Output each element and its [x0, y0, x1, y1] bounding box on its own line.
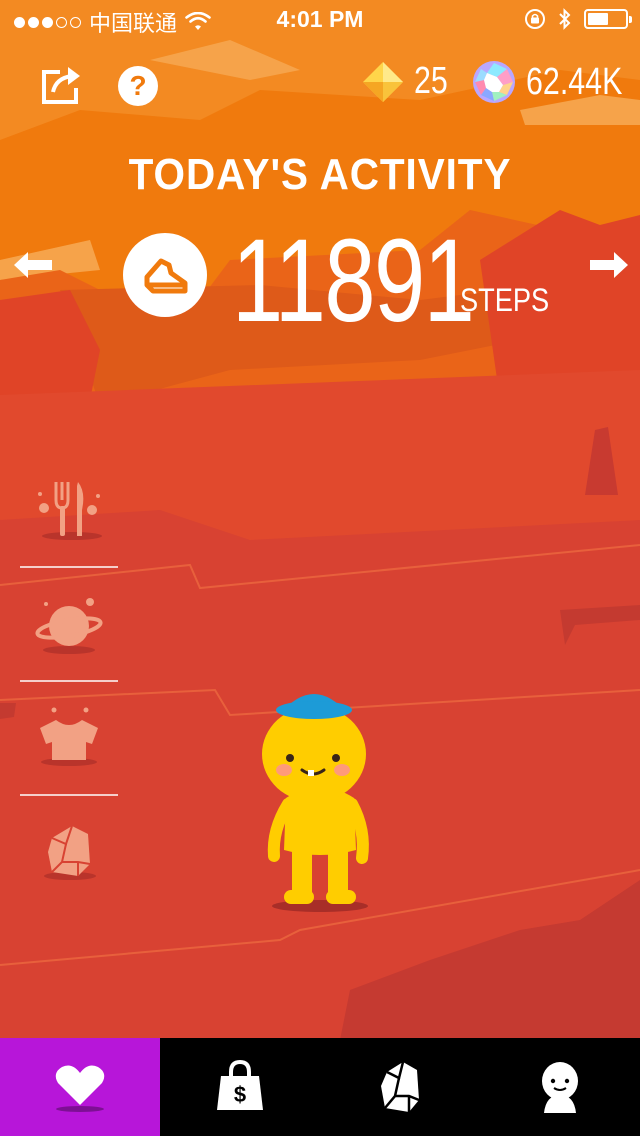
character-icon	[542, 1062, 578, 1113]
tab-bar: $	[0, 1038, 640, 1136]
planet-icon[interactable]	[34, 594, 104, 656]
crystal-rock-icon	[381, 1061, 420, 1112]
gems-count: 25	[414, 60, 448, 102]
orientation-lock-icon	[525, 9, 545, 29]
tab-character[interactable]	[480, 1038, 640, 1136]
tab-activity[interactable]	[0, 1038, 160, 1136]
shop-bag-icon: $	[217, 1060, 263, 1110]
next-day-arrow-icon[interactable]	[588, 252, 628, 278]
shirt-icon[interactable]	[34, 706, 104, 768]
bluetooth-icon	[559, 8, 571, 30]
crystals-count: 62.44K	[526, 60, 623, 103]
steps-label: STEPS	[460, 282, 550, 318]
page-title: TODAY'S ACTIVITY	[128, 150, 512, 199]
tab-crystals[interactable]	[320, 1038, 480, 1136]
gems-counter[interactable]: 25	[362, 60, 456, 103]
crystals-counter[interactable]: 62.44K	[472, 60, 640, 104]
help-icon[interactable]: ?	[118, 66, 158, 106]
share-icon[interactable]	[40, 64, 82, 106]
menu-divider	[20, 566, 118, 568]
tab-shop[interactable]: $	[160, 1038, 320, 1136]
menu-divider	[20, 794, 118, 796]
status-right	[524, 8, 632, 30]
crystal-orb-icon	[473, 61, 515, 103]
heart-icon	[55, 1065, 105, 1112]
steps-count: 11891	[232, 215, 475, 347]
menu-divider	[20, 680, 118, 682]
previous-day-arrow-icon[interactable]	[14, 252, 54, 278]
steps-shoe-badge	[123, 233, 207, 317]
status-bar: 中国联通 4:01 PM	[0, 0, 640, 40]
dollar-sign: $	[234, 1082, 246, 1107]
shoe-icon	[144, 258, 188, 294]
crystal-rock-icon[interactable]	[38, 822, 102, 882]
character-mascot[interactable]	[252, 680, 382, 916]
food-icon[interactable]	[34, 478, 106, 542]
gem-icon	[363, 61, 403, 102]
battery-icon	[584, 9, 632, 29]
